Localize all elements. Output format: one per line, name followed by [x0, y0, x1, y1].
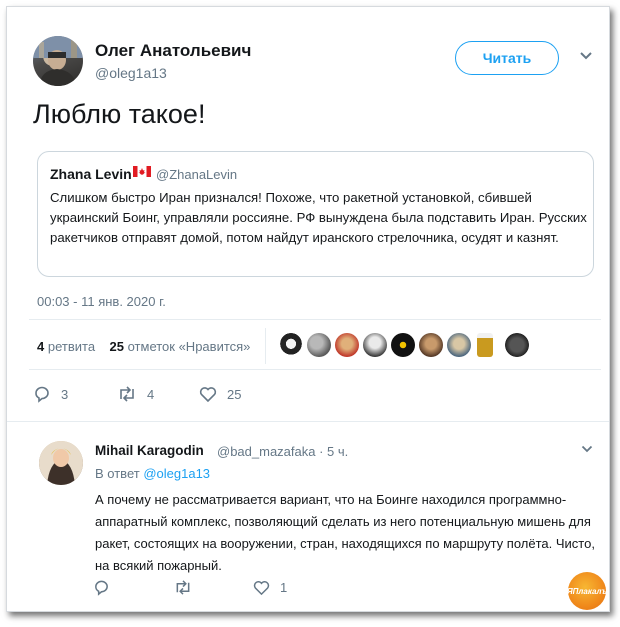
reply-author-name[interactable]: Mihail Karagodin — [95, 443, 204, 458]
engagement-stats: 4 ретвита 25 отметок «Нравится» — [37, 339, 250, 354]
reply-icon — [35, 386, 49, 403]
reply-count: 3 — [61, 386, 69, 402]
tweet-timestamp[interactable]: 00:03 - 11 янв. 2020 г. — [37, 294, 166, 309]
author-handle[interactable]: @oleg1a13 — [95, 65, 167, 81]
liker-avatar[interactable] — [477, 333, 493, 357]
tweet-text: Люблю такое! — [33, 99, 206, 129]
chevron-down-icon[interactable] — [581, 445, 593, 453]
stats-divider — [265, 328, 266, 364]
reply-text: А почему не рассматривается вариант, что… — [95, 492, 595, 573]
reply-retweet-action[interactable] — [173, 579, 203, 596]
retweet-icon — [120, 386, 134, 402]
divider — [7, 421, 609, 422]
quoted-author-name[interactable]: Zhana Levin — [50, 166, 132, 182]
chevron-down-icon[interactable] — [579, 51, 593, 61]
canada-flag-icon — [133, 166, 151, 177]
quoted-tweet[interactable]: Zhana Levin @ZhanaLevin Слишком быстро И… — [37, 151, 594, 277]
quoted-text: Слишком быстро Иран признался! Похоже, ч… — [50, 190, 587, 245]
heart-icon — [199, 387, 217, 403]
liker-avatar[interactable] — [447, 333, 471, 357]
retweet-action[interactable]: 4 — [117, 385, 154, 403]
like-count: 25 — [227, 386, 242, 402]
retweets-stat[interactable]: 4 ретвита — [37, 339, 95, 354]
likes-stat[interactable]: 25 отметок «Нравится» — [110, 339, 251, 354]
heart-icon — [253, 581, 270, 596]
liker-avatar[interactable] — [363, 333, 387, 357]
reply-author-handle[interactable]: @bad_mazafaka · 5 ч. — [217, 444, 348, 459]
quoted-author-handle[interactable]: @ZhanaLevin — [156, 167, 237, 182]
liker-avatar[interactable] — [505, 333, 529, 357]
reply-like-count: 1 — [280, 580, 288, 595]
liker-avatar[interactable] — [307, 333, 331, 357]
divider — [29, 369, 601, 370]
in-reply-to: В ответ @oleg1a13 — [95, 466, 211, 481]
retweet-count: 4 — [147, 386, 155, 402]
liker-avatar[interactable] — [279, 333, 303, 357]
author-avatar[interactable] — [33, 36, 83, 86]
reply-author-avatar[interactable] — [39, 441, 83, 485]
divider — [29, 319, 601, 320]
in-reply-to-handle[interactable]: @oleg1a13 — [143, 466, 210, 481]
reply-like-action[interactable]: 1 — [253, 579, 287, 596]
tweet-card: Олег Анатольевич @oleg1a13 Читать Люблю … — [6, 6, 610, 612]
reply-icon — [95, 580, 108, 596]
reply-reply-action[interactable] — [93, 579, 120, 596]
retweet-icon — [176, 580, 190, 595]
liker-avatar[interactable] — [391, 333, 415, 357]
like-action[interactable]: 25 — [199, 385, 241, 403]
site-logo: ЯПлакалъ — [567, 572, 607, 610]
liker-avatar[interactable] — [335, 333, 359, 357]
reply-action[interactable]: 3 — [33, 385, 68, 403]
author-name[interactable]: Олег Анатольевич — [95, 41, 251, 61]
liker-avatar[interactable] — [419, 333, 443, 357]
follow-button[interactable]: Читать — [455, 41, 559, 75]
